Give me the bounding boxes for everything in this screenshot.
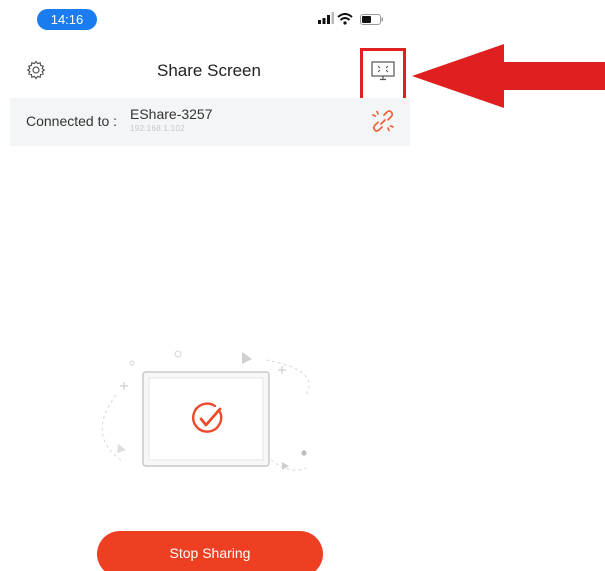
- stop-sharing-button[interactable]: Stop Sharing: [97, 531, 323, 571]
- unlink-icon[interactable]: [372, 109, 394, 133]
- wifi-icon: [337, 13, 353, 25]
- sharing-illustration: [101, 350, 310, 471]
- phone-screen: 14:16 Share Screen Connected to: EShare…: [0, 0, 418, 571]
- device-ip: 192.168.1.102: [130, 124, 186, 133]
- stop-sharing-label: Stop Sharing: [169, 545, 251, 561]
- connected-label: Connected to :: [26, 113, 118, 129]
- connection-row: Connected to : EShare-3257 192.168.1.102: [10, 98, 410, 146]
- device-name: EShare-3257: [130, 106, 213, 122]
- highlight-box: [360, 48, 406, 102]
- battery-icon: [360, 14, 383, 25]
- status-time: 14:16: [37, 9, 97, 30]
- page-title: Share Screen: [157, 61, 261, 80]
- signal-icon: [318, 12, 334, 24]
- annotation-arrow: [412, 44, 605, 108]
